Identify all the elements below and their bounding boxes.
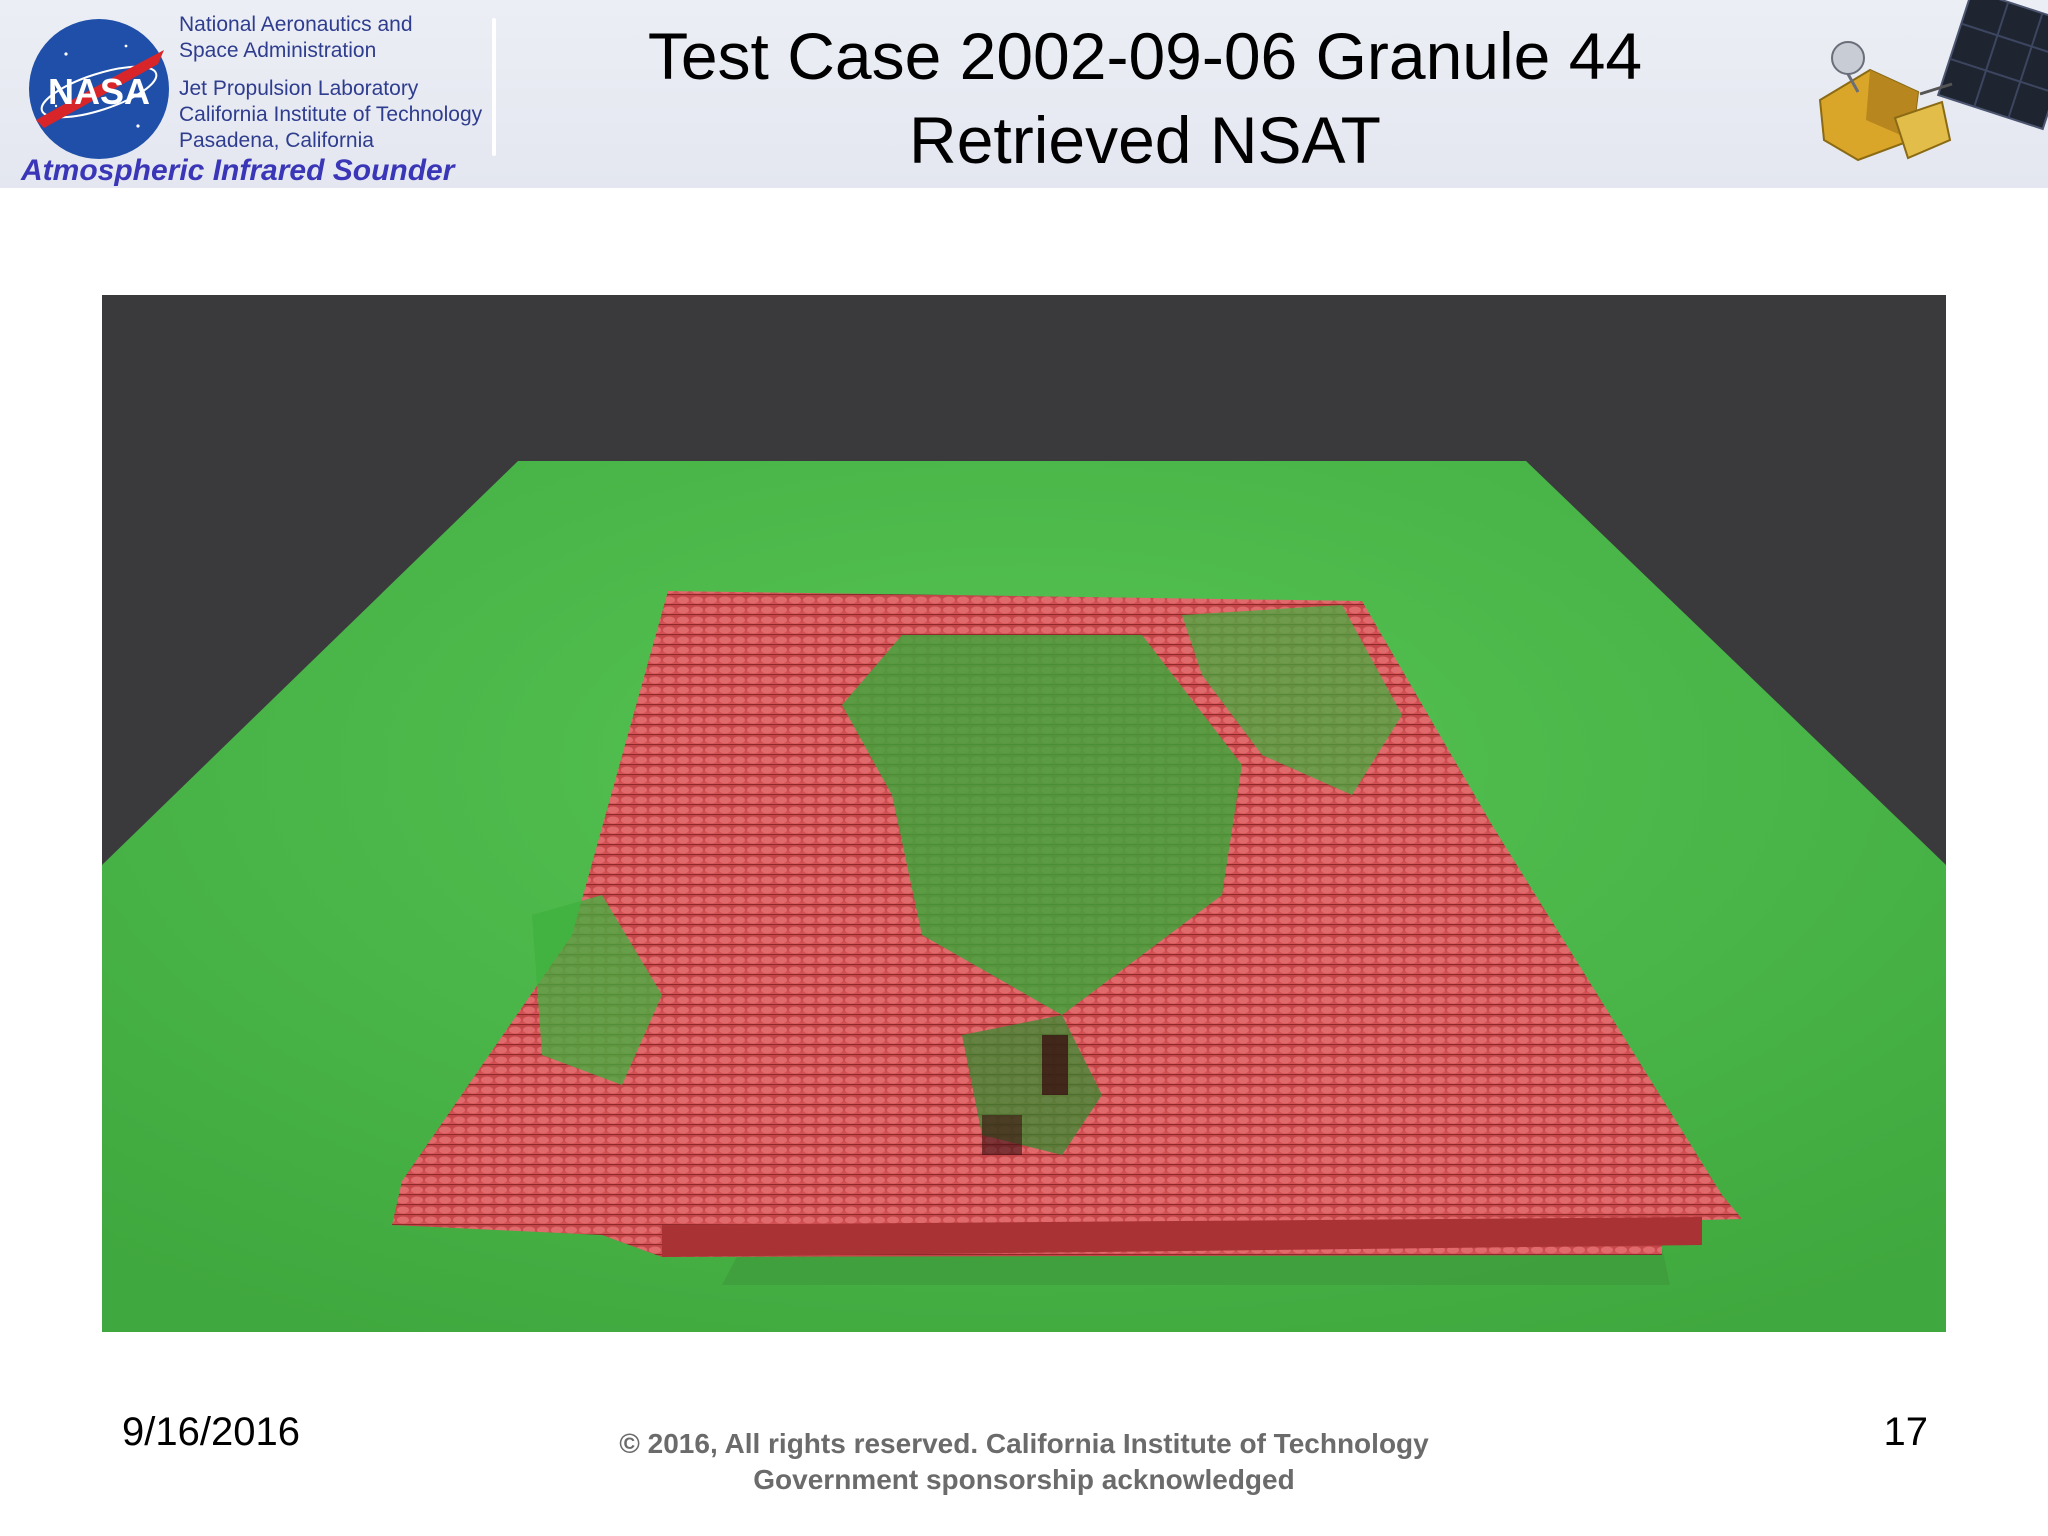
dark-column-gap bbox=[1042, 1035, 1068, 1095]
header-divider bbox=[492, 18, 496, 156]
copyright-notice: © 2016, All rights reserved. California … bbox=[524, 1426, 1524, 1498]
org-line-1: National Aeronautics and bbox=[179, 13, 413, 36]
copyright-line-2: Government sponsorship acknowledged bbox=[753, 1464, 1295, 1495]
aqua-satellite-icon bbox=[1818, 0, 2048, 162]
org-line-3: Jet Propulsion Laboratory bbox=[179, 77, 419, 100]
org-line-4: California Institute of Technology bbox=[179, 103, 483, 126]
slide-header: NASA National Aeronautics and Space Admi… bbox=[0, 0, 2048, 188]
org-line-5: Pasadena, California bbox=[179, 129, 374, 152]
slide-title: Test Case 2002-09-06 Granule 44 Retrieve… bbox=[520, 14, 1770, 182]
slide-date: 9/16/2016 bbox=[122, 1410, 300, 1454]
nsat-3d-visualization bbox=[102, 295, 1946, 1332]
mission-label: Atmospheric Infrared Sounder bbox=[21, 154, 455, 187]
copyright-line-1: © 2016, All rights reserved. California … bbox=[619, 1428, 1429, 1459]
org-line-2: Space Administration bbox=[179, 39, 377, 62]
nasa-logo-text: NASA bbox=[48, 71, 150, 112]
nsat-3d-render bbox=[102, 461, 1946, 1332]
title-line-2: Retrieved NSAT bbox=[909, 103, 1381, 177]
nasa-logo-icon: NASA bbox=[29, 19, 169, 159]
page-number: 17 bbox=[1883, 1410, 1929, 1454]
title-line-1: Test Case 2002-09-06 Granule 44 bbox=[647, 19, 1643, 93]
dark-column-gap bbox=[982, 1115, 1022, 1155]
organization-block: National Aeronautics and Space Administr… bbox=[179, 12, 509, 154]
